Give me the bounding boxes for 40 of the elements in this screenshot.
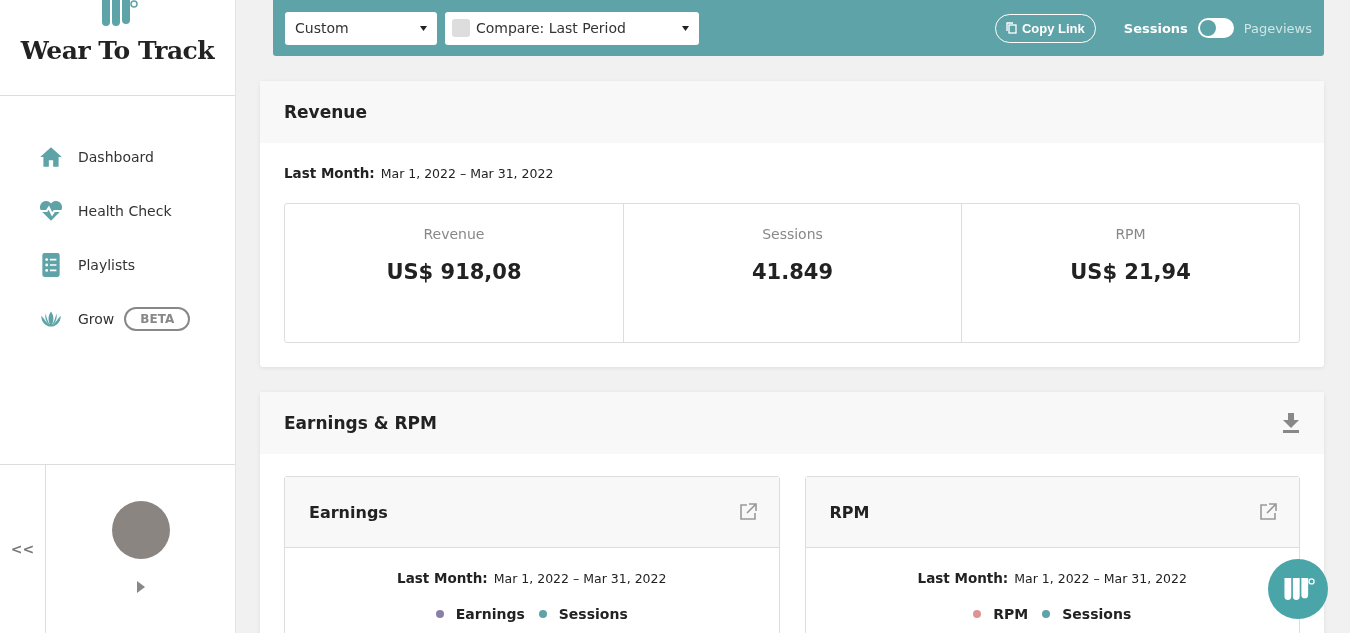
legend-label: Earnings: [455, 606, 525, 622]
stat-value: 41.849: [751, 260, 833, 284]
nav-link[interactable]: Dashboard: [78, 149, 154, 165]
stat-label: RPM: [1115, 226, 1146, 242]
period-label: Last Month:: [917, 570, 1009, 586]
chart-card-title: Earnings: [309, 502, 388, 522]
period-dates: Mar 1, 2022 – Mar 31, 2022: [380, 166, 554, 181]
avatar-placeholder[interactable]: [111, 501, 170, 559]
metric-switch[interactable]: [1197, 18, 1234, 38]
period-dates: Mar 1, 2022 – Mar 31, 2022: [493, 571, 667, 586]
legend-label: RPM: [993, 606, 1029, 622]
stat-label: Sessions: [762, 226, 823, 242]
compare-dropdown[interactable]: Compare: Last Period: [445, 11, 699, 45]
card-title: Revenue: [284, 102, 367, 122]
logo-icon: [1281, 578, 1315, 600]
period-label: Last Month:: [284, 165, 375, 181]
stat-value: US$ 21,94: [1070, 260, 1191, 284]
stat-label: Revenue: [423, 226, 485, 242]
compare-checkbox[interactable]: [452, 19, 470, 37]
chart-card-title: RPM: [829, 502, 870, 522]
stat-value: US$ 918,08: [386, 260, 522, 284]
legend-label: Sessions: [1062, 606, 1132, 622]
nav-link[interactable]: Playlists: [78, 257, 136, 273]
nav-link[interactable]: Health Check: [78, 203, 172, 219]
copy-icon: [1005, 22, 1017, 34]
legend-label: Sessions: [558, 606, 628, 622]
nav-link[interactable]: Grow: [78, 311, 115, 327]
collapse-button[interactable]: <<: [0, 465, 46, 633]
expand-triangle-icon[interactable]: [135, 581, 146, 593]
period-dates: Mar 1, 2022 – Mar 31, 2022: [1014, 571, 1187, 586]
beta-badge: BETA: [124, 307, 191, 331]
download-icon[interactable]: [1282, 413, 1300, 433]
date-range-dropdown[interactable]: Custom: [285, 11, 437, 45]
caret-icon: [682, 25, 689, 31]
external-link-icon[interactable]: [738, 503, 757, 521]
period-label: Last Month:: [397, 570, 488, 586]
external-link-icon[interactable]: [1259, 503, 1277, 521]
card-title: Earnings & RPM: [284, 413, 437, 433]
brand-name: Wear To Track: [20, 36, 215, 65]
caret-icon: [420, 25, 427, 31]
